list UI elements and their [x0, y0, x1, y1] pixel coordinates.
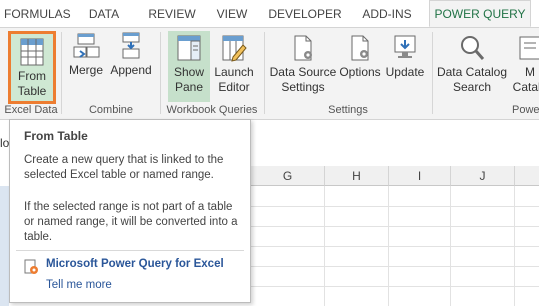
- group-label-combine: Combine: [88, 104, 134, 116]
- gridline: [388, 186, 389, 306]
- merge-label: Merge: [68, 63, 103, 77]
- tooltip-divider: [16, 250, 244, 251]
- merge-icon: [73, 33, 100, 58]
- options-button[interactable]: Options: [338, 31, 382, 102]
- update-button[interactable]: Update: [384, 31, 426, 102]
- group-label-settings: Settings: [328, 104, 368, 116]
- launch-editor-label-2: Editor: [218, 80, 250, 94]
- tab-view[interactable]: VIEW: [212, 0, 252, 27]
- gridline: [324, 186, 325, 306]
- data-catalog-search-label-2: Search: [452, 80, 492, 94]
- show-pane-button[interactable]: Show Pane: [168, 31, 210, 102]
- ribbon: From Table Excel Data Merge Append Combi…: [0, 28, 539, 120]
- tab-developer[interactable]: DEVELOPER: [266, 0, 344, 27]
- merge-button[interactable]: Merge: [66, 31, 106, 101]
- group-separator: [432, 32, 433, 114]
- from-table-label-2: Table: [17, 84, 47, 98]
- selected-range-strip: [0, 186, 9, 306]
- power-query-gear-icon: [24, 259, 38, 274]
- column-header-g[interactable]: G: [251, 166, 325, 186]
- data-catalog-search-label-1: Data Catalog: [436, 65, 508, 79]
- tooltip-description: Create a new query that is linked to the…: [24, 154, 224, 181]
- show-pane-label-1: Show: [173, 65, 205, 79]
- show-pane-label-2: Pane: [174, 80, 204, 94]
- group-label-power-bi: Powe: [512, 104, 539, 116]
- data-source-settings-button[interactable]: Data Source Settings: [268, 31, 338, 102]
- data-source-settings-label-1: Data Source: [269, 65, 337, 79]
- from-table-tooltip: From Table Create a new query that is li…: [9, 119, 251, 303]
- options-label: Options: [339, 65, 381, 79]
- my-catalog-label-1: M: [525, 65, 535, 79]
- gridline: [450, 186, 451, 306]
- launch-editor-icon: [222, 35, 247, 62]
- tooltip-title: From Table: [24, 129, 88, 143]
- group-separator: [160, 32, 161, 114]
- group-label-excel-data: Excel Data: [4, 104, 58, 116]
- update-icon: [394, 35, 416, 58]
- gridline: [514, 186, 515, 306]
- my-catalog-button[interactable]: M Catalo: [510, 31, 539, 102]
- column-header-next[interactable]: [515, 166, 539, 186]
- launch-editor-button[interactable]: Launch Editor: [212, 31, 256, 102]
- column-header-i[interactable]: I: [389, 166, 451, 186]
- tab-power-query[interactable]: POWER QUERY: [429, 0, 531, 27]
- group-separator: [264, 32, 265, 114]
- append-button[interactable]: Append: [108, 31, 154, 101]
- catalog-icon: [519, 36, 539, 60]
- from-table-button[interactable]: From Table: [8, 31, 56, 104]
- tab-formulas[interactable]: FORMULAS: [4, 0, 71, 27]
- update-label: Update: [385, 65, 425, 79]
- tab-data[interactable]: DATA: [80, 0, 128, 27]
- tooltip-note: If the selected range is not part of a t…: [24, 201, 238, 243]
- group-separator: [61, 32, 62, 114]
- append-label: Append: [110, 63, 152, 77]
- ribbon-tab-bar: FORMULAS DATA REVIEW VIEW DEVELOPER ADD-…: [0, 0, 539, 28]
- table-icon: [20, 38, 44, 66]
- options-icon: [351, 35, 369, 61]
- data-catalog-search-button[interactable]: Data Catalog Search: [436, 31, 508, 102]
- data-source-settings-icon: [294, 35, 312, 61]
- tell-me-more-link[interactable]: Tell me more: [46, 279, 112, 291]
- my-catalog-label-2: Catalo: [512, 80, 539, 94]
- tab-add-ins[interactable]: ADD-INS: [357, 0, 417, 27]
- data-source-settings-label-2: Settings: [281, 80, 325, 94]
- column-header-j[interactable]: J: [451, 166, 515, 186]
- group-label-workbook-queries: Workbook Queries: [166, 104, 258, 116]
- column-header-h[interactable]: H: [325, 166, 389, 186]
- show-pane-icon: [177, 35, 201, 61]
- from-table-label-1: From: [18, 69, 46, 83]
- tab-review[interactable]: REVIEW: [143, 0, 201, 27]
- launch-editor-label-1: Launch: [214, 65, 254, 79]
- search-icon: [461, 36, 485, 60]
- tooltip-addin-name: Microsoft Power Query for Excel: [46, 258, 224, 270]
- append-icon: [122, 32, 140, 59]
